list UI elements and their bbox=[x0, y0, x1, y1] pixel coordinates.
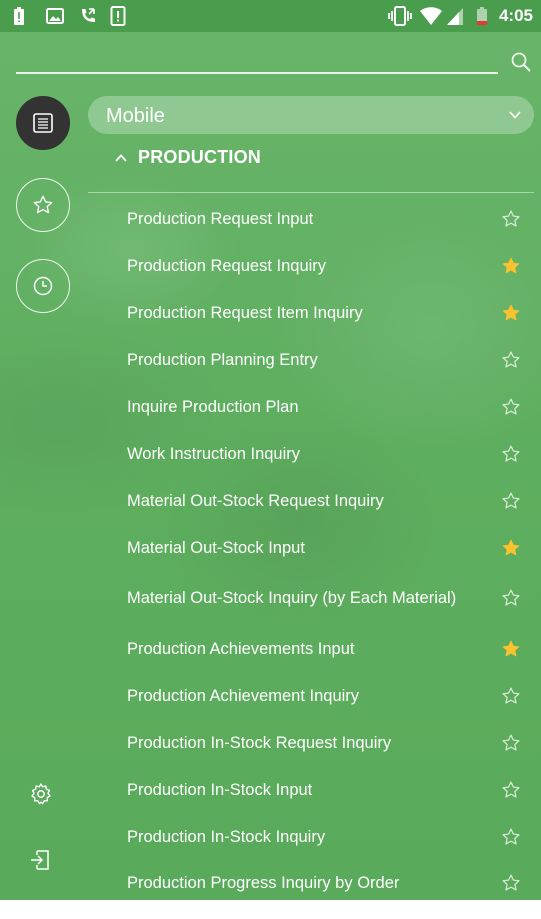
cell-signal-icon bbox=[447, 8, 463, 25]
category-dropdown[interactable]: Mobile bbox=[88, 96, 534, 134]
star-outline-icon[interactable] bbox=[501, 686, 521, 706]
menu-item-label: Production Request Inquiry bbox=[127, 257, 327, 275]
logout-icon[interactable] bbox=[28, 848, 52, 872]
menu-item-label: Production In-Stock Input bbox=[127, 781, 313, 799]
section-title: PRODUCTION bbox=[138, 147, 261, 167]
favorites-button[interactable] bbox=[16, 178, 70, 232]
menu-item-label: Production In-Stock Request Inquiry bbox=[127, 734, 392, 752]
status-bar: 4:05 bbox=[0, 0, 541, 32]
menu-item[interactable]: Material Out-Stock Input bbox=[88, 538, 534, 584]
star-filled-icon[interactable] bbox=[501, 303, 521, 323]
menu-item[interactable]: Production In-Stock Inquiry bbox=[88, 827, 534, 873]
chevron-down-icon bbox=[509, 111, 521, 119]
menu-item[interactable]: Production Achievement Inquiry bbox=[88, 686, 534, 732]
menu-item[interactable]: Production Request Item Inquiry bbox=[88, 303, 534, 349]
battery-low-icon bbox=[477, 7, 487, 25]
battery-alert-icon bbox=[14, 7, 24, 25]
menu-item[interactable]: Material Out-Stock Request Inquiry bbox=[88, 491, 534, 537]
star-filled-icon[interactable] bbox=[501, 538, 521, 558]
section-divider bbox=[88, 192, 534, 193]
star-outline-icon[interactable] bbox=[501, 209, 521, 229]
menu-item[interactable]: Production Planning Entry bbox=[88, 350, 534, 396]
menu-item-label: Production Achievements Input bbox=[127, 640, 355, 658]
recent-button[interactable] bbox=[16, 259, 70, 313]
menu-item-label: Production Request Item Inquiry bbox=[127, 304, 363, 322]
menu-item-label: Production In-Stock Inquiry bbox=[127, 828, 326, 846]
star-outline-icon[interactable] bbox=[501, 588, 521, 608]
menu-item-label: Production Request Input bbox=[127, 210, 314, 228]
clock-icon bbox=[33, 276, 53, 296]
menu-item-label: Material Out-Stock Input bbox=[127, 539, 305, 557]
image-icon bbox=[46, 8, 64, 24]
menu-item-label: Material Out-Stock Request Inquiry bbox=[127, 492, 384, 510]
wifi-icon bbox=[420, 7, 442, 25]
device-alert-icon bbox=[110, 6, 126, 26]
vibrate-icon bbox=[388, 6, 412, 26]
star-filled-icon[interactable] bbox=[501, 256, 521, 276]
menu-item-label: Production Progress Inquiry by Order bbox=[127, 874, 400, 892]
menu-item[interactable]: Production Request Input bbox=[88, 209, 534, 255]
star-filled-icon[interactable] bbox=[501, 639, 521, 659]
search-input[interactable] bbox=[16, 72, 498, 74]
star-outline-icon[interactable] bbox=[501, 397, 521, 417]
menu-item[interactable]: Production Request Inquiry bbox=[88, 256, 534, 302]
chevron-up-icon bbox=[115, 154, 127, 162]
menu-item[interactable]: Work Instruction Inquiry bbox=[88, 444, 534, 490]
star-outline-icon[interactable] bbox=[501, 780, 521, 800]
star-outline-icon[interactable] bbox=[501, 350, 521, 370]
list-icon bbox=[33, 113, 53, 133]
search-icon[interactable] bbox=[510, 51, 532, 73]
menu-item-label: Production Achievement Inquiry bbox=[127, 687, 360, 705]
menu-item-label: Work Instruction Inquiry bbox=[127, 445, 301, 463]
clock-time: 4:05 bbox=[498, 6, 533, 25]
menu-item-label: Inquire Production Plan bbox=[127, 398, 299, 416]
menu-item-label: Material Out-Stock Inquiry (by Each Mate… bbox=[127, 589, 457, 607]
star-outline-icon bbox=[33, 195, 53, 214]
gear-icon[interactable] bbox=[29, 782, 53, 806]
star-outline-icon[interactable] bbox=[501, 827, 521, 847]
dropdown-selected-value: Mobile bbox=[106, 105, 165, 127]
star-outline-icon[interactable] bbox=[501, 491, 521, 511]
menu-list-button[interactable] bbox=[16, 96, 70, 150]
menu-item[interactable]: Production In-Stock Request Inquiry bbox=[88, 733, 534, 779]
star-outline-icon[interactable] bbox=[501, 873, 521, 893]
menu-item-label: Production Planning Entry bbox=[127, 351, 318, 369]
call-forward-icon bbox=[82, 8, 95, 22]
menu-item[interactable]: Production In-Stock Input bbox=[88, 780, 534, 826]
menu-item[interactable]: Production Achievements Input bbox=[88, 639, 534, 685]
star-outline-icon[interactable] bbox=[501, 444, 521, 464]
menu-item[interactable]: Material Out-Stock Inquiry (by Each Mate… bbox=[88, 588, 534, 634]
star-outline-icon[interactable] bbox=[501, 733, 521, 753]
menu-item[interactable]: Inquire Production Plan bbox=[88, 397, 534, 443]
menu-item[interactable]: Production Progress Inquiry by Order bbox=[88, 873, 534, 919]
